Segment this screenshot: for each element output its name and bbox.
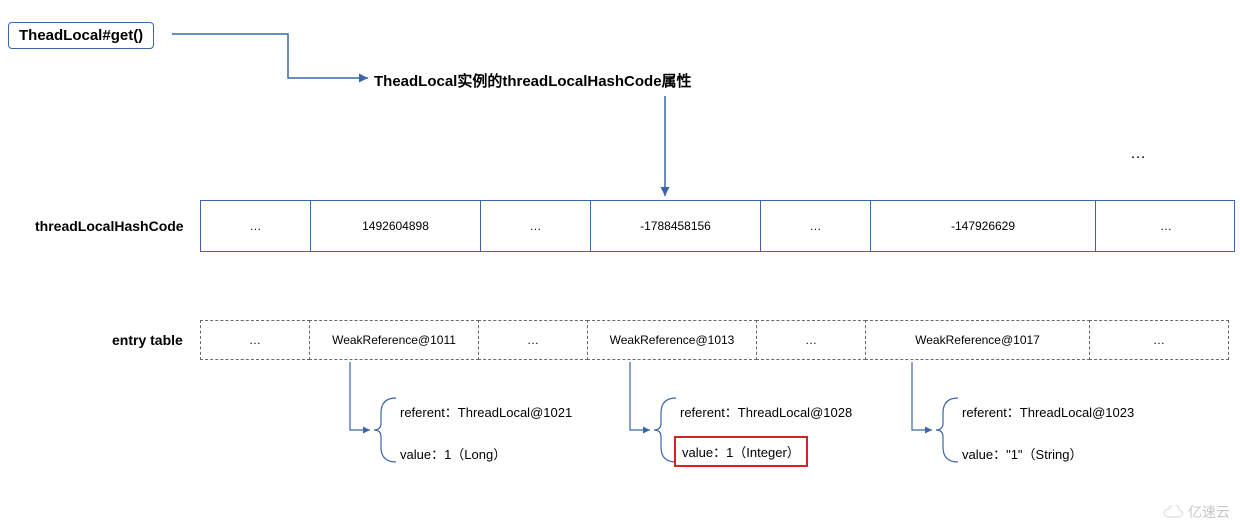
detail-2-referent: referent：ThreadLocal@1028: [680, 402, 852, 421]
cloud-icon: [1162, 505, 1184, 519]
watermark-text: 亿速云: [1188, 502, 1230, 522]
watermark: 亿速云: [1162, 502, 1230, 522]
detail-3-referent: referent：ThreadLocal@1023: [962, 402, 1134, 421]
detail-1-referent: referent：ThreadLocal@1021: [400, 402, 572, 421]
detail-2-value: value：1（Integer）: [674, 436, 808, 467]
detail-3-value: value："1"（String）: [962, 444, 1083, 463]
detail-2-value-text: value：1（Integer）: [674, 436, 808, 467]
detail-1-value: value：1（Long）: [400, 444, 506, 463]
connector-entry-to-detail-1: [0, 0, 1240, 470]
